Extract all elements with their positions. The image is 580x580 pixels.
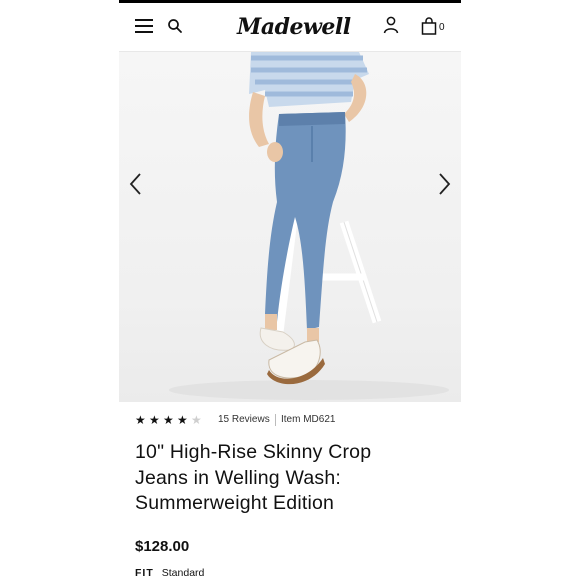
meta-divider bbox=[275, 414, 276, 426]
product-photo-illustration bbox=[169, 52, 449, 400]
search-icon[interactable] bbox=[167, 18, 183, 34]
account-icon[interactable] bbox=[383, 16, 399, 34]
fit-label: FIT bbox=[135, 567, 154, 579]
chevron-left-icon[interactable] bbox=[127, 170, 145, 198]
star-filled-icon: ★ bbox=[149, 413, 160, 427]
shopping-bag-icon[interactable] bbox=[421, 17, 437, 35]
fit-info: FIT Standard bbox=[135, 567, 204, 579]
item-number: Item MD621 bbox=[281, 414, 336, 425]
fit-value: Standard bbox=[161, 567, 205, 579]
menu-icon[interactable] bbox=[135, 19, 153, 34]
product-title-line: Jeans in Welling Wash: bbox=[135, 466, 341, 489]
product-title-line: Summerweight Edition bbox=[135, 492, 335, 514]
brand-logo[interactable]: Madewell bbox=[237, 12, 351, 42]
product-image[interactable] bbox=[119, 52, 461, 402]
star-filled-icon: ★ bbox=[163, 413, 174, 427]
product-page: Madewell 0 ★ ★ ★ ★ ★ 15 Reviews Item MD6… bbox=[119, 0, 461, 580]
bag-count-badge: 0 bbox=[439, 22, 445, 33]
product-price: $128.00 bbox=[135, 538, 190, 555]
product-title: 10" High-Rise Skinny Crop Jeans in Welli… bbox=[135, 440, 435, 517]
chevron-right-icon[interactable] bbox=[435, 170, 453, 198]
product-title-line: 10" High-Rise Skinny Crop bbox=[135, 441, 372, 463]
reviews-link[interactable]: 15 Reviews bbox=[218, 412, 270, 428]
star-empty-icon: ★ bbox=[191, 413, 202, 427]
star-filled-icon: ★ bbox=[135, 413, 146, 427]
product-meta: ★ ★ ★ ★ ★ 15 Reviews Item MD621 bbox=[135, 412, 455, 428]
site-header: Madewell 0 bbox=[119, 3, 461, 52]
star-filled-icon: ★ bbox=[177, 413, 188, 427]
